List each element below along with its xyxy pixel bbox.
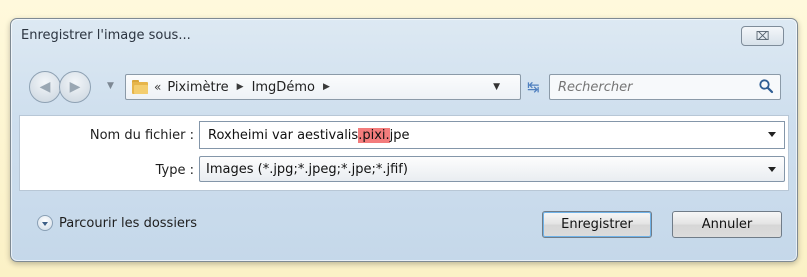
address-dropdown-icon[interactable]: ▼ [493,82,500,92]
filename-label: Nom du fichier : [89,128,194,143]
back-arrow-icon: ◀ [39,79,51,95]
search-input[interactable] [550,75,750,99]
address-bar[interactable]: « Piximètre ▶ ImgDémo ▶ ▼ [125,74,521,100]
cancel-button[interactable]: Annuler [672,211,782,238]
save-button[interactable]: Enregistrer [542,211,652,238]
expand-chevron-icon[interactable] [37,215,53,231]
browse-folders-toggle[interactable]: Parcourir les dossiers [37,215,197,231]
breadcrumb-item-piximetre[interactable]: Piximètre [167,80,228,95]
close-button[interactable]: ⌧ [741,26,784,46]
forward-arrow-icon: ▶ [69,79,81,95]
type-select[interactable]: Images (*.jpg;*.jpeg;*.jpe;*.jfif) [199,156,785,182]
search-box [549,74,781,100]
filename-field[interactable]: Roxheimi var aestivalis.pixi.jpe [199,121,785,149]
type-label: Type : [155,163,194,178]
nav-buttons: ◀ ▶ [29,71,105,103]
form-panel: Nom du fichier : Roxheimi var aestivalis… [19,115,789,191]
filename-selection: .pixi. [358,128,390,143]
navigation-bar: ◀ ▶ ▼ « Piximètre ▶ ImgDémo ▶ ▼ ↹ [11,69,797,105]
recent-pages-dropdown-icon[interactable]: ▼ [107,81,114,91]
folder-icon [132,80,148,94]
refresh-icon[interactable]: ↹ [527,78,540,96]
type-dropdown-icon[interactable] [768,167,776,172]
filename-value: Roxheimi var aestivalis.pixi.jpe [208,128,410,143]
breadcrumb-separator-icon[interactable]: ▶ [237,82,244,92]
filename-text-before: Roxheimi var aestivalis [208,128,359,143]
back-button[interactable]: ◀ [29,71,61,103]
forward-button[interactable]: ▶ [59,71,91,103]
breadcrumb-overflow[interactable]: « [154,80,161,94]
save-image-dialog: Enregistrer l'image sous... ⌧ ◀ ▶ ▼ « Pi… [10,18,798,262]
breadcrumb-item-imgdemo[interactable]: ImgDémo [252,80,315,95]
filename-text-after: jpe [389,128,410,143]
breadcrumb-separator-icon[interactable]: ▶ [323,82,330,92]
browse-folders-label: Parcourir les dossiers [59,215,198,231]
dialog-title: Enregistrer l'image sous... [21,28,191,43]
filename-dropdown-icon[interactable] [768,132,776,137]
title-bar[interactable]: Enregistrer l'image sous... ⌧ [11,19,797,51]
close-icon: ⌧ [755,29,770,43]
search-icon[interactable] [758,78,774,94]
type-value: Images (*.jpg;*.jpeg;*.jpe;*.jfif) [206,162,408,177]
